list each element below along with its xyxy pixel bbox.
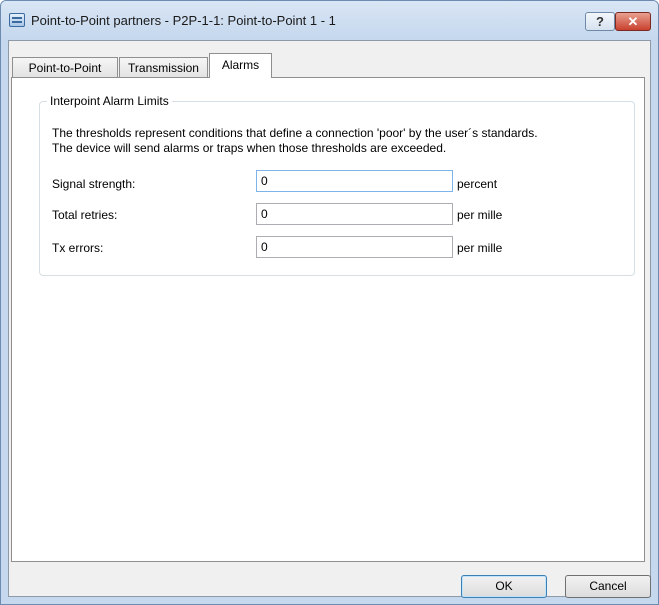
description-line-2: The device will send alarms or traps whe… [52, 141, 447, 155]
title-bar[interactable]: Point-to-Point partners - P2P-1-1: Point… [1, 1, 658, 41]
tx-errors-input[interactable] [256, 236, 453, 258]
total-retries-label: Total retries: [52, 208, 118, 222]
description-line-1: The thresholds represent conditions that… [52, 126, 538, 140]
total-retries-input[interactable] [256, 203, 453, 225]
total-retries-unit: per mille [457, 208, 503, 222]
signal-strength-unit: percent [457, 177, 498, 191]
group-title: Interpoint Alarm Limits [47, 94, 172, 108]
tab-point-to-point[interactable]: Point-to-Point [12, 57, 118, 78]
signal-strength-input[interactable] [256, 170, 453, 192]
help-button[interactable]: ? [585, 12, 615, 31]
tx-errors-unit: per mille [457, 241, 503, 255]
tab-alarms[interactable]: Alarms [209, 53, 272, 78]
close-button[interactable]: ✕ [615, 12, 651, 31]
ok-button[interactable]: OK [461, 575, 547, 598]
tab-transmission[interactable]: Transmission [119, 57, 208, 78]
signal-strength-label: Signal strength: [52, 177, 136, 191]
window-title: Point-to-Point partners - P2P-1-1: Point… [31, 13, 336, 28]
cancel-button[interactable]: Cancel [565, 575, 651, 598]
tx-errors-label: Tx errors: [52, 241, 104, 255]
app-window-icon [9, 13, 25, 27]
